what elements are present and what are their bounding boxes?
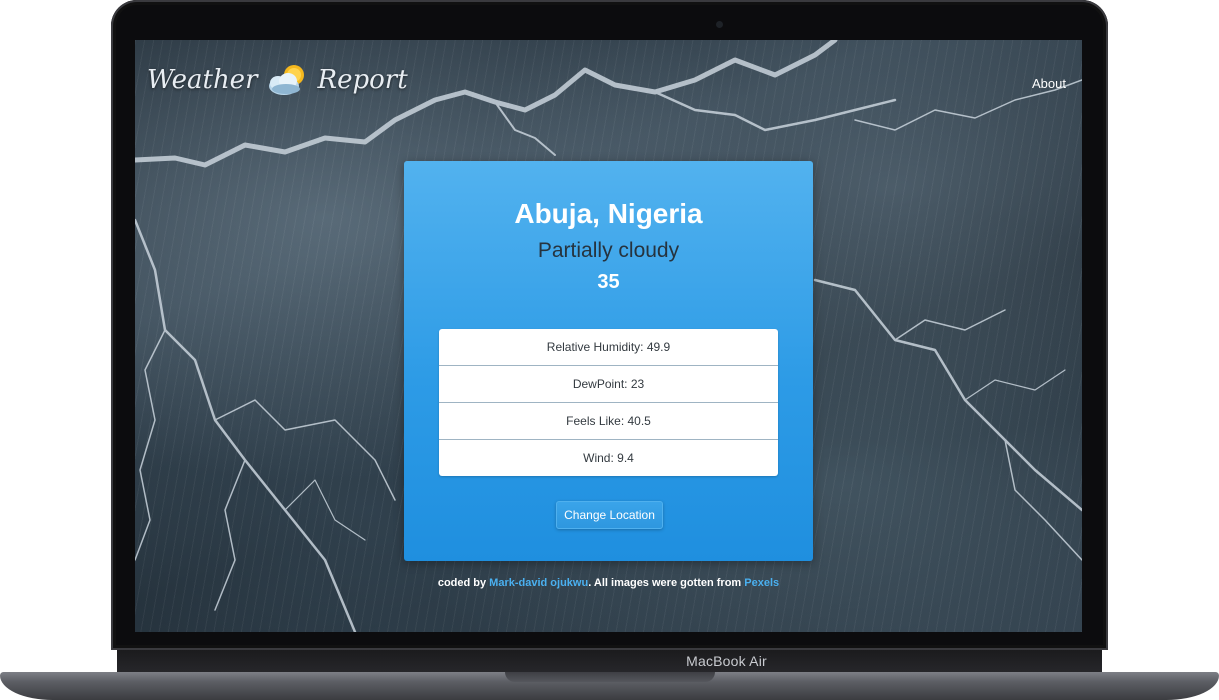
footer-prefix: coded by	[437, 577, 490, 589]
laptop-hinge: MacBook Air	[117, 650, 1102, 672]
detail-feels-like: Feels Like: 40.5	[439, 403, 778, 440]
sun-behind-cloud-icon	[268, 65, 304, 95]
browser-viewport: Weather Report About Abuja, Nigeria Part…	[135, 40, 1082, 632]
footer-credits: coded by Mark-david ojukwu. All images w…	[135, 577, 1082, 589]
detail-dewpoint: DewPoint: 23	[439, 366, 778, 403]
brand-word-report: Report	[317, 65, 408, 95]
change-location-button[interactable]: Change Location	[556, 501, 663, 529]
weather-card: Abuja, Nigeria Partially cloudy 35 Relat…	[404, 161, 813, 561]
author-link[interactable]: Mark-david ojukwu	[489, 577, 588, 589]
footer-middle: . All images were gotten from	[588, 577, 745, 589]
weather-details-list: Relative Humidity: 49.9 DewPoint: 23 Fee…	[439, 329, 778, 476]
detail-humidity: Relative Humidity: 49.9	[439, 329, 778, 366]
brand-word-weather: Weather	[147, 65, 258, 95]
detail-wind: Wind: 9.4	[583, 451, 634, 465]
camera-dot	[716, 21, 723, 28]
location-title: Abuja, Nigeria	[514, 198, 703, 229]
laptop-base: MacBook Air	[0, 650, 1219, 700]
pexels-link[interactable]: Pexels	[744, 577, 779, 589]
model-label: MacBook Air	[686, 653, 767, 669]
temperature-value: 35	[597, 271, 620, 293]
nav-about-link[interactable]: About	[1032, 76, 1066, 91]
brand-logo[interactable]: Weather Report	[147, 60, 408, 100]
laptop-notch	[505, 672, 715, 682]
weather-condition: Partially cloudy	[537, 239, 680, 262]
